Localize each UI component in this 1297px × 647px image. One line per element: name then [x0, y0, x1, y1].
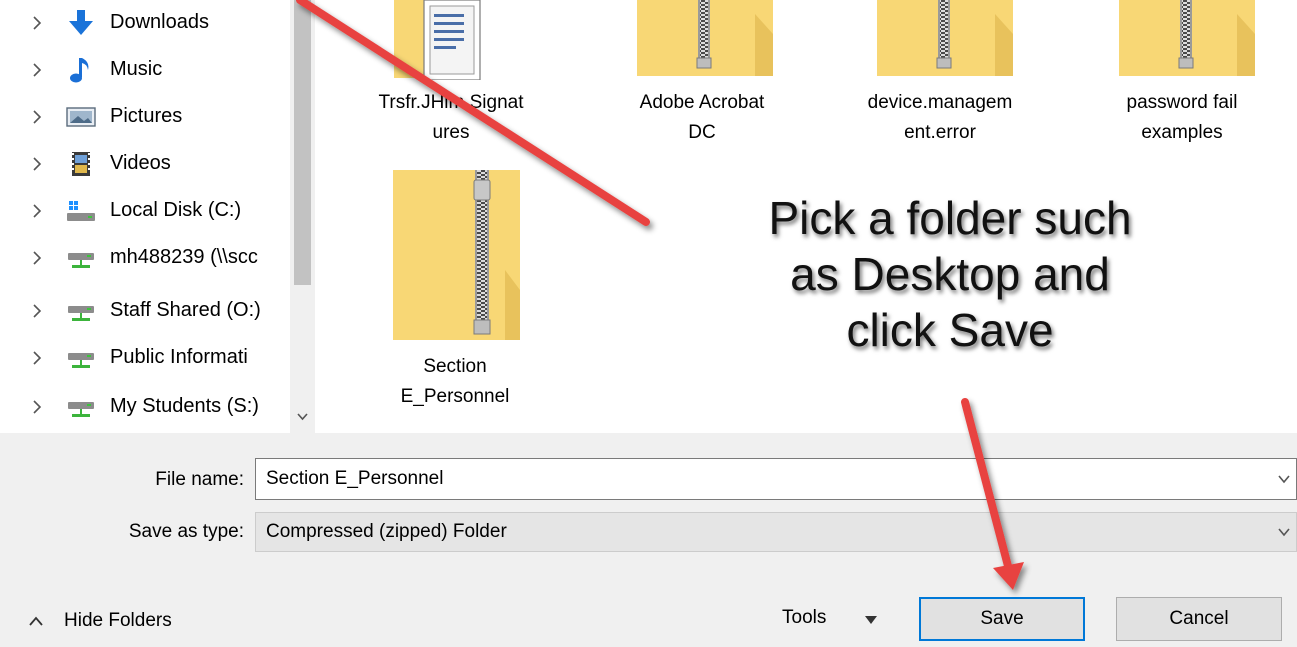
file-name-line: DC — [688, 122, 716, 143]
filename-input[interactable] — [266, 459, 1246, 499]
nav-item-public-information[interactable]: Public Informati — [0, 335, 290, 381]
nav-item-videos[interactable]: Videos — [0, 141, 290, 187]
file-item-adobe-acrobat-dc[interactable]: Adobe Acrobat DC — [597, 0, 807, 150]
annotation-line: as Desktop and — [790, 248, 1110, 300]
nav-item-pictures[interactable]: Pictures — [0, 94, 290, 140]
save-button[interactable]: Save — [919, 597, 1085, 641]
chevron-right-icon[interactable] — [28, 398, 46, 416]
annotation-text: Pick a folder such as Desktop and click … — [690, 190, 1210, 358]
file-item-password-fail-examples[interactable]: password fail examples — [1077, 0, 1287, 150]
pictures-icon — [66, 107, 96, 127]
filename-field[interactable] — [255, 458, 1297, 500]
chevron-right-icon[interactable] — [28, 249, 46, 267]
nav-scrollbar[interactable] — [290, 0, 315, 433]
file-name-line: E_Personnel — [400, 386, 510, 407]
navigation-pane: Downloads Music Pictures Videos Local Di… — [0, 0, 315, 433]
nav-item-label: Music — [110, 58, 163, 80]
nav-item-label: Pictures — [110, 105, 183, 127]
nav-item-staff-shared[interactable]: Staff Shared (O:) — [0, 288, 290, 334]
save-as-type-label: Save as type: — [128, 521, 244, 542]
file-name-line: ent.error — [904, 122, 976, 143]
music-icon — [70, 58, 89, 83]
nav-item-local-disk[interactable]: Local Disk (C:) — [0, 188, 290, 234]
network-drive-icon — [68, 353, 94, 368]
nav-item-label: Staff Shared (O:) — [110, 299, 261, 321]
file-item-trsfr-signatures[interactable]: Trsfr.JHim.Signat ures — [346, 0, 556, 150]
local-disk-icon — [67, 201, 95, 221]
chevron-right-icon[interactable] — [28, 349, 46, 367]
tools-label: Tools — [782, 607, 827, 628]
annotation-line: Pick a folder such — [768, 192, 1132, 244]
chevron-right-icon[interactable] — [28, 108, 46, 126]
network-drive-icon — [68, 402, 94, 417]
chevron-right-icon[interactable] — [28, 61, 46, 79]
file-name-line: password fail — [1126, 92, 1238, 113]
downloads-icon — [69, 10, 93, 35]
file-name-line: device.managem — [867, 92, 1013, 113]
zip-folder-icon — [877, 0, 1013, 76]
nav-item-downloads[interactable]: Downloads — [0, 0, 290, 46]
nav-item-label: mh488239 (\\scc — [110, 246, 258, 268]
zip-folder-icon — [1119, 0, 1255, 76]
nav-item-my-students[interactable]: My Students (S:) — [0, 384, 290, 430]
file-item-device-management-error[interactable]: device.managem ent.error — [835, 0, 1045, 150]
videos-icon — [72, 152, 90, 176]
filename-label: File name: — [155, 469, 244, 490]
cancel-button[interactable]: Cancel — [1116, 597, 1282, 641]
file-name-line: Trsfr.JHim.Signat — [378, 92, 524, 113]
file-name-line: ures — [432, 122, 470, 143]
network-drive-icon — [68, 253, 94, 268]
nav-item-label: Videos — [110, 152, 171, 174]
chevron-up-icon — [29, 616, 43, 626]
nav-item-label: My Students (S:) — [110, 395, 259, 417]
hide-folders-label: Hide Folders — [64, 610, 172, 631]
zip-folder-icon — [393, 170, 520, 340]
chevron-right-icon[interactable] — [28, 302, 46, 320]
caret-down-icon — [865, 616, 877, 624]
annotation-line: click Save — [846, 304, 1054, 356]
chevron-down-icon[interactable] — [1276, 471, 1292, 487]
file-item-section-e-personnel[interactable]: Section E_Personnel — [350, 170, 560, 420]
save-as-type-select[interactable]: Compressed (zipped) Folder — [255, 512, 1297, 552]
document-folder-icon — [394, 0, 481, 80]
tools-button[interactable]: Tools — [770, 602, 890, 638]
nav-item-mh488239[interactable]: mh488239 (\\scc — [0, 235, 290, 281]
network-drive-icon — [68, 306, 94, 321]
nav-item-music[interactable]: Music — [0, 47, 290, 93]
zip-folder-icon — [637, 0, 773, 76]
file-name-line: Adobe Acrobat — [639, 92, 765, 113]
nav-item-label: Local Disk (C:) — [110, 199, 242, 221]
chevron-right-icon[interactable] — [28, 14, 46, 32]
nav-item-label: Public Informati — [110, 346, 248, 368]
file-name-line: examples — [1141, 122, 1223, 143]
chevron-right-icon[interactable] — [28, 155, 46, 173]
nav-scrollbar-thumb[interactable] — [294, 0, 311, 285]
chevron-down-icon[interactable] — [294, 408, 311, 426]
chevron-right-icon[interactable] — [28, 202, 46, 220]
save-as-type-value: Compressed (zipped) Folder — [266, 521, 507, 542]
file-name-line: Section — [423, 356, 487, 377]
nav-item-label: Downloads — [110, 11, 209, 33]
chevron-down-icon[interactable] — [1276, 524, 1292, 540]
